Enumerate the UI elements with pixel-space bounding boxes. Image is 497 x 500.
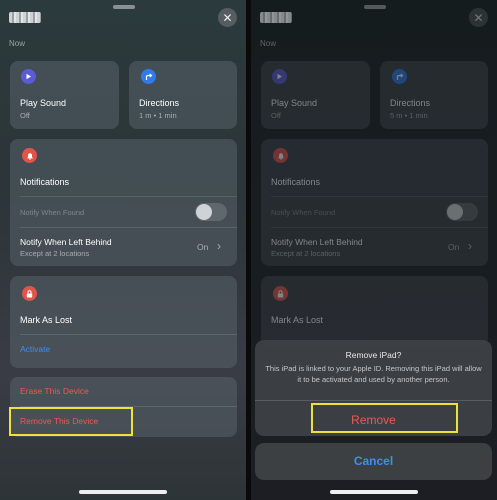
notify-left-behind-sub: Except at 2 locations [271, 249, 341, 258]
directions-label: Directions [390, 98, 431, 108]
play-sound-label: Play Sound [20, 98, 67, 108]
cancel-button[interactable]: Cancel [255, 454, 492, 468]
chevron-right-icon: › [468, 239, 472, 253]
divider [255, 400, 492, 401]
divider [271, 196, 488, 197]
mark-as-lost-card: Mark As Lost Activate [10, 276, 237, 368]
last-seen-label: Now [9, 39, 26, 48]
mark-as-lost-title: Mark As Lost [20, 315, 73, 325]
notifications-title: Notifications [271, 177, 321, 187]
close-icon: ✕ [473, 10, 484, 25]
directions-distance: 5 m • 1 min [390, 111, 428, 120]
erase-device-button[interactable]: Erase This Device [20, 386, 89, 396]
notify-when-found-label: Notify When Found [20, 208, 85, 217]
directions-card[interactable]: Directions 1 m • 1 min [129, 61, 237, 129]
cancel-sheet: Cancel [255, 443, 492, 480]
divider [20, 196, 237, 197]
notify-when-found-toggle[interactable] [195, 203, 227, 221]
play-sound-status: Off [20, 111, 30, 120]
play-icon [272, 69, 287, 84]
close-button: ✕ [469, 8, 488, 27]
notify-left-behind-value: On [448, 242, 460, 252]
divider [271, 227, 488, 228]
play-icon [21, 69, 36, 84]
play-sound-card[interactable]: Play Sound Off [10, 61, 119, 129]
mark-as-lost-title: Mark As Lost [271, 315, 324, 325]
notify-left-behind-sub: Except at 2 locations [20, 249, 90, 258]
bell-icon [22, 148, 37, 163]
notify-left-behind-value[interactable]: On [197, 242, 208, 252]
toggle-knob [447, 204, 463, 220]
right-panel: Now ✕ Play Sound Off Directions 5 m • 1 … [251, 0, 497, 500]
directions-card: Directions 5 m • 1 min [380, 61, 488, 129]
sheet-grabber[interactable] [113, 5, 135, 9]
directions-label: Directions [139, 98, 180, 108]
directions-distance: 1 m • 1 min [139, 111, 177, 120]
dialog-message: This iPad is linked to your Apple ID. Re… [265, 364, 482, 384]
home-indicator [330, 490, 418, 494]
play-sound-card: Play Sound Off [261, 61, 370, 129]
device-name-blurred [9, 12, 41, 23]
close-icon: ✕ [222, 10, 233, 25]
sheet-grabber [364, 5, 386, 9]
mark-as-lost-card: Mark As Lost [261, 276, 488, 346]
activate-link[interactable]: Activate [20, 344, 50, 354]
lock-icon [273, 286, 288, 301]
dialog-title: Remove iPad? [345, 350, 402, 360]
chevron-right-icon: › [217, 239, 221, 253]
toggle-knob [196, 204, 212, 220]
notify-when-found-toggle [446, 203, 478, 221]
bell-icon [273, 148, 288, 163]
play-sound-label: Play Sound [271, 98, 318, 108]
device-name-blurred [260, 12, 292, 23]
directions-arrow-icon [141, 69, 156, 84]
play-sound-status: Off [271, 111, 281, 120]
lock-icon [22, 286, 37, 301]
notifications-card: Notifications Notify When Found Notify W… [10, 139, 237, 266]
home-indicator [79, 490, 167, 494]
divider [20, 227, 237, 228]
notifications-title: Notifications [20, 177, 70, 187]
left-panel: Now ✕ Play Sound Off Directions 1 m • 1 … [0, 0, 246, 500]
divider [20, 334, 237, 335]
notify-left-behind-label[interactable]: Notify When Left Behind [20, 237, 112, 247]
notify-left-behind-label: Notify When Left Behind [271, 237, 363, 247]
highlight-box [311, 403, 458, 433]
close-button[interactable]: ✕ [218, 8, 237, 27]
highlight-box [9, 407, 133, 436]
notify-when-found-label: Notify When Found [271, 208, 336, 217]
last-seen-label: Now [260, 39, 277, 48]
directions-arrow-icon [392, 69, 407, 84]
notifications-card: Notifications Notify When Found Notify W… [261, 139, 488, 266]
